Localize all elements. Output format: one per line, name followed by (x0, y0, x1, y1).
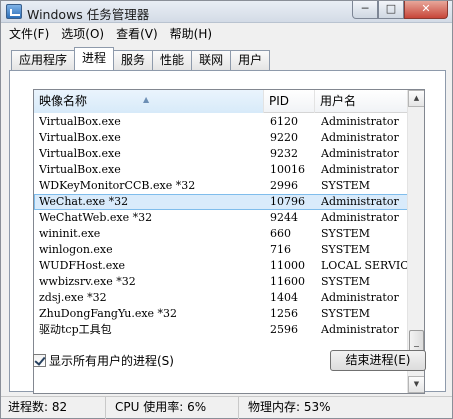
process-pid-cell: 1256 (270, 307, 298, 320)
sort-ascending-icon: ▲ (143, 95, 150, 104)
process-user-cell: SYSTEM (321, 179, 370, 192)
table-row[interactable]: VirtualBox.exe 10016 Administrator (34, 162, 408, 178)
process-name-cell: winlogon.exe (39, 243, 113, 256)
process-pid-cell: 11600 (270, 275, 305, 288)
column-header-user[interactable]: 用户名 (315, 90, 408, 113)
process-pid-cell: 10796 (270, 195, 305, 208)
maximize-button[interactable]: □ (378, 1, 404, 19)
process-name-cell: WUDFHost.exe (39, 259, 126, 272)
table-row[interactable]: VirtualBox.exe 6120 Administrator (34, 114, 408, 130)
end-process-button[interactable]: 结束进程(E) (330, 350, 426, 371)
table-row[interactable]: WeChatWeb.exe *32 9244 Administrator (34, 210, 408, 226)
process-user-cell: SYSTEM (321, 307, 370, 320)
task-manager-icon (6, 4, 22, 19)
show-all-users-checkbox[interactable] (33, 353, 46, 367)
tab-strip: 应用程序 进程 服务 性能 联网 用户 (11, 47, 271, 70)
tab-processes[interactable]: 进程 (74, 47, 115, 70)
table-row[interactable]: WeChat.exe *32 10796 Administrator (34, 194, 408, 210)
table-row[interactable]: wwbizsrv.exe *32 11600 SYSTEM (34, 274, 408, 290)
process-user-cell: Administrator (321, 195, 399, 208)
process-pid-cell: 2996 (270, 179, 298, 192)
task-manager-window: Windows 任务管理器 ─ □ ✕ 文件(F) 选项(O) 查看(V) 帮助… (0, 0, 453, 419)
process-pid-cell: 11000 (270, 259, 305, 272)
process-name-cell: VirtualBox.exe (39, 147, 121, 160)
process-pid-cell: 716 (270, 243, 291, 256)
tab-users[interactable]: 用户 (230, 50, 271, 70)
process-name-cell: VirtualBox.exe (39, 163, 121, 176)
process-name-cell: WDKeyMonitorCCB.exe *32 (39, 179, 196, 192)
process-user-cell: Administrator (321, 291, 399, 304)
status-cpu-usage: CPU 使用率: 6% (106, 397, 239, 419)
table-row[interactable]: 驱动tcp工具包 2596 Administrator (34, 322, 408, 338)
process-pid-cell: 9244 (270, 211, 298, 224)
table-row[interactable]: wininit.exe 660 SYSTEM (34, 226, 408, 242)
tab-services[interactable]: 服务 (113, 50, 154, 70)
process-name-cell: WeChat.exe *32 (39, 195, 129, 208)
process-pid-cell: 660 (270, 227, 291, 240)
process-name-cell: zdsj.exe *32 (39, 291, 107, 304)
process-user-cell: Administrator (321, 163, 399, 176)
status-process-count: 进程数: 82 (1, 397, 106, 419)
tab-applications[interactable]: 应用程序 (11, 50, 76, 70)
process-user-cell: Administrator (321, 147, 399, 160)
process-user-cell: SYSTEM (321, 227, 370, 240)
process-user-cell: Administrator (321, 323, 399, 336)
close-button[interactable]: ✕ (404, 1, 448, 19)
process-user-cell: Administrator (321, 115, 399, 128)
process-name-cell: VirtualBox.exe (39, 131, 121, 144)
process-name-cell: 驱动tcp工具包 (39, 323, 112, 336)
process-user-cell: Administrator (321, 211, 399, 224)
process-name-cell: VirtualBox.exe (39, 115, 121, 128)
process-name-cell: wininit.exe (39, 227, 101, 240)
process-user-cell: Administrator (321, 131, 399, 144)
vertical-scrollbar[interactable]: ▲ ▼ (407, 90, 424, 393)
process-pid-cell: 9232 (270, 147, 298, 160)
process-pid-cell: 2596 (270, 323, 298, 336)
process-pid-cell: 10016 (270, 163, 305, 176)
status-physical-memory: 物理内存: 53% (248, 400, 331, 414)
table-row[interactable]: WDKeyMonitorCCB.exe *32 2996 SYSTEM (34, 178, 408, 194)
table-row[interactable]: zdsj.exe *32 1404 Administrator (34, 290, 408, 306)
process-name-cell: WeChatWeb.exe *32 (39, 211, 153, 224)
processes-panel: ▲ 映像名称 PID 用户名 VirtualBox.exe 6120 Adminis… (9, 70, 446, 394)
column-header-image-name-label: 映像名称 (39, 94, 88, 108)
window-title: Windows 任务管理器 (27, 7, 150, 22)
show-all-users-label[interactable]: 显示所有用户的进程(S) (49, 352, 174, 369)
menu-bar: 文件(F) 选项(O) 查看(V) 帮助(H) (1, 24, 452, 44)
minimize-button[interactable]: ─ (352, 1, 378, 19)
process-name-cell: wwbizsrv.exe *32 (39, 275, 136, 288)
menu-file[interactable]: 文件(F) (1, 24, 55, 44)
process-name-cell: ZhuDongFangYu.exe *32 (39, 307, 178, 320)
list-header: ▲ 映像名称 PID 用户名 (34, 90, 408, 113)
scroll-up-button[interactable]: ▲ (408, 90, 424, 107)
process-user-cell: SYSTEM (321, 275, 370, 288)
column-header-image-name[interactable]: ▲ 映像名称 (34, 90, 264, 113)
process-pid-cell: 6120 (270, 115, 298, 128)
tab-networking[interactable]: 联网 (191, 50, 232, 70)
menu-options[interactable]: 选项(O) (55, 24, 110, 44)
process-user-cell: SYSTEM (321, 243, 370, 256)
table-row[interactable]: WUDFHost.exe 11000 LOCAL SERVICE (34, 258, 408, 274)
scroll-down-button[interactable]: ▼ (408, 376, 424, 393)
process-pid-cell: 1404 (270, 291, 298, 304)
process-pid-cell: 9220 (270, 131, 298, 144)
tab-performance[interactable]: 性能 (152, 50, 193, 70)
process-rows: VirtualBox.exe 6120 Administrator VirtualBo… (34, 114, 408, 338)
table-row[interactable]: winlogon.exe 716 SYSTEM (34, 242, 408, 258)
column-header-pid[interactable]: PID (264, 90, 315, 113)
table-row[interactable]: VirtualBox.exe 9232 Administrator (34, 146, 408, 162)
menu-help[interactable]: 帮助(H) (164, 24, 218, 44)
menu-view[interactable]: 查看(V) (110, 24, 164, 44)
process-list[interactable]: ▲ 映像名称 PID 用户名 VirtualBox.exe 6120 Adminis… (33, 89, 425, 394)
window-controls: ─ □ ✕ (352, 1, 448, 19)
process-user-cell: LOCAL SERVICE (321, 259, 408, 272)
title-bar: Windows 任务管理器 ─ □ ✕ (1, 1, 452, 23)
table-row[interactable]: ZhuDongFangYu.exe *32 1256 SYSTEM (34, 306, 408, 322)
show-all-users-option[interactable]: 显示所有用户的进程(S) (33, 352, 174, 368)
status-bar: 进程数: 82 CPU 使用率: 6% 物理内存: 53% (1, 396, 452, 419)
table-row[interactable]: VirtualBox.exe 9220 Administrator (34, 130, 408, 146)
